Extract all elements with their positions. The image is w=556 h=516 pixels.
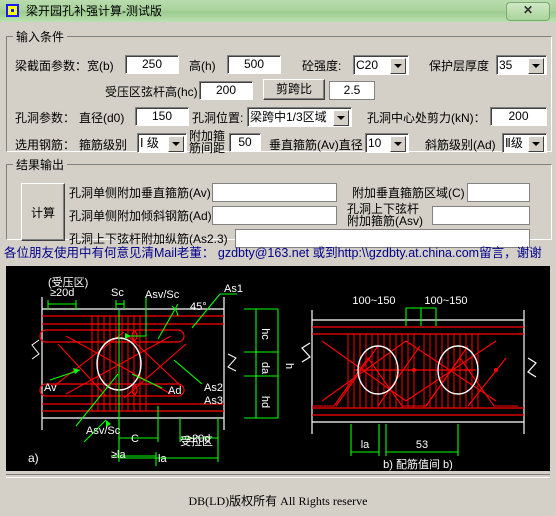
label-45deg: 45° [190,301,207,313]
close-icon[interactable]: ✕ [506,2,550,21]
title-bar: 梁开园孔补强计算-测试版 ✕ [0,0,556,23]
application-window: 梁开园孔补强计算-测试版 ✕ 输入条件 梁截面参数： 宽(b) 250 高(h)… [0,0,556,516]
c-result-field[interactable] [467,183,530,202]
cover-thickness-label: 保护层厚度 [429,59,490,73]
hole-position-value: 梁跨中1/3区域 [250,110,327,124]
rebar-detail-drawing: (受压区) 受拉区 a) ≥20d Sc Asv/Sc 45° As1 Av A… [6,266,550,471]
label-asv-sc-bottom: Asv/Sc [86,425,121,437]
label-20d-bottom: ≥20d [186,433,210,445]
label-53: 53 [416,439,428,451]
label-asv-sc-top: Asv/Sc [145,289,180,301]
label-100-150-a: 100~150 [352,295,395,307]
window-title: 梁开园孔补强计算-测试版 [26,4,162,18]
rebar-selection-label: 选用钢筋： [15,138,76,152]
label-hc: hc [259,328,271,340]
ad-result-label: 孔洞单侧附加倾斜钢筋(Ad) [69,209,212,223]
shear-span-ratio-button[interactable]: 剪跨比 [263,79,325,100]
app-window-icon [6,4,19,17]
calculate-button[interactable]: 计算 [21,183,65,241]
result-output-legend: 结果输出 [16,158,65,172]
caption-a: a) [28,451,39,465]
result-output-group: 结果输出 计算 孔洞单侧附加垂直箍筋(Av) 附加垂直箍筋区域(C) 孔洞单侧附… [6,156,552,248]
av-result-field[interactable] [212,183,337,202]
hole-shear-label: 孔洞中心处剪力(kN)： [367,111,486,125]
asv-result-field[interactable] [432,206,530,225]
chevron-down-icon[interactable] [528,58,544,74]
concrete-grade-select[interactable]: C20 [353,55,409,75]
av-diameter-value: 10 [368,136,382,150]
hole-position-select[interactable]: 梁跨中1/3区域 [247,107,352,127]
height-label: 高(h) [189,59,216,73]
chevron-down-icon[interactable] [333,110,349,126]
label-as2: As2 [204,382,223,394]
copyright-text: DB(LD)版权所有 All Rights reserve [188,494,368,508]
diameter-label: 直径(d0) [79,111,125,125]
drawing-svg: (受压区) 受拉区 a) ≥20d Sc Asv/Sc 45° As1 Av A… [6,266,550,471]
label-h: h [283,363,295,369]
diagonal-grade-value: Ⅱ级 [505,136,523,150]
hole-position-label: 孔洞位置: [192,111,244,125]
stirrup-grade-value: Ⅰ 级 [140,136,159,150]
label-da: da [259,362,271,375]
label-hd: hd [259,396,271,408]
label-ad: Ad [168,385,181,397]
label-c: C [131,433,139,445]
label-100-150-b: 100~150 [424,295,467,307]
cover-thickness-select[interactable]: 35 [496,55,547,75]
chevron-down-icon[interactable] [168,136,184,152]
c-result-label: 附加垂直箍筋区域(C) [352,186,465,200]
input-conditions-group: 输入条件 梁截面参数： 宽(b) 250 高(h) 500 砼强度: C20 保… [6,28,552,155]
stirrup-grade-label: 箍筋级别 [79,138,128,152]
concrete-grade-label: 砼强度: [302,59,342,73]
chevron-down-icon[interactable] [528,136,544,152]
input-conditions-legend: 输入条件 [16,30,65,44]
hc-label: 受压区弦杆高(hc) [105,85,198,99]
av-diameter-select[interactable]: 10 [365,133,409,153]
client-area: 输入条件 梁截面参数： 宽(b) 250 高(h) 500 砼强度: C20 保… [0,22,556,516]
diameter-input[interactable]: 150 [135,107,189,126]
label-ge-la: ≥la [111,449,126,461]
notice-text: 各位朋友使用中有何意见清Mail老董： gzdbty@163.net 或到htt… [4,246,542,260]
label-la-left: la [158,453,167,465]
hole-parameters-label: 孔洞参数： [15,111,76,125]
av-diameter-label: 垂直箍筋(Av)直径 [269,138,363,152]
chevron-down-icon[interactable] [390,58,406,74]
hole-shear-input[interactable]: 200 [490,107,547,126]
width-label: 宽(b) [87,59,114,73]
cover-thickness-value: 35 [499,58,513,72]
label-20d-top: ≥20d [50,287,74,299]
ad-result-field[interactable] [212,206,337,225]
diagonal-grade-label: 斜筋级别(Ad) [425,138,496,152]
asv-result-label-line2: 附加箍筋(Asv) [347,214,423,228]
chevron-down-icon[interactable] [390,136,406,152]
diagonal-grade-select[interactable]: Ⅱ级 [502,133,547,153]
hc-input[interactable]: 200 [199,81,253,100]
concrete-grade-value: C20 [356,58,379,72]
height-input[interactable]: 500 [227,55,281,74]
caption-b: b) 配筋值间 b) [383,457,453,471]
add-stirrup-spacing-label-line2: 筋间距 [189,141,226,155]
label-la-right: la [361,439,370,451]
label-as3: As3 [204,395,223,407]
divider [6,474,550,478]
shear-span-ratio-value: 2.5 [329,81,375,100]
beam-section-label: 梁截面参数： [15,59,88,73]
stirrup-grade-select[interactable]: Ⅰ 级 [137,133,187,153]
add-stirrup-spacing-input[interactable]: 50 [229,133,261,152]
width-input[interactable]: 250 [125,55,179,74]
av-result-label: 孔洞单侧附加垂直箍筋(Av) [69,186,211,200]
label-av: Av [44,382,57,394]
label-sc: Sc [111,287,124,299]
label-as1: As1 [224,283,243,295]
